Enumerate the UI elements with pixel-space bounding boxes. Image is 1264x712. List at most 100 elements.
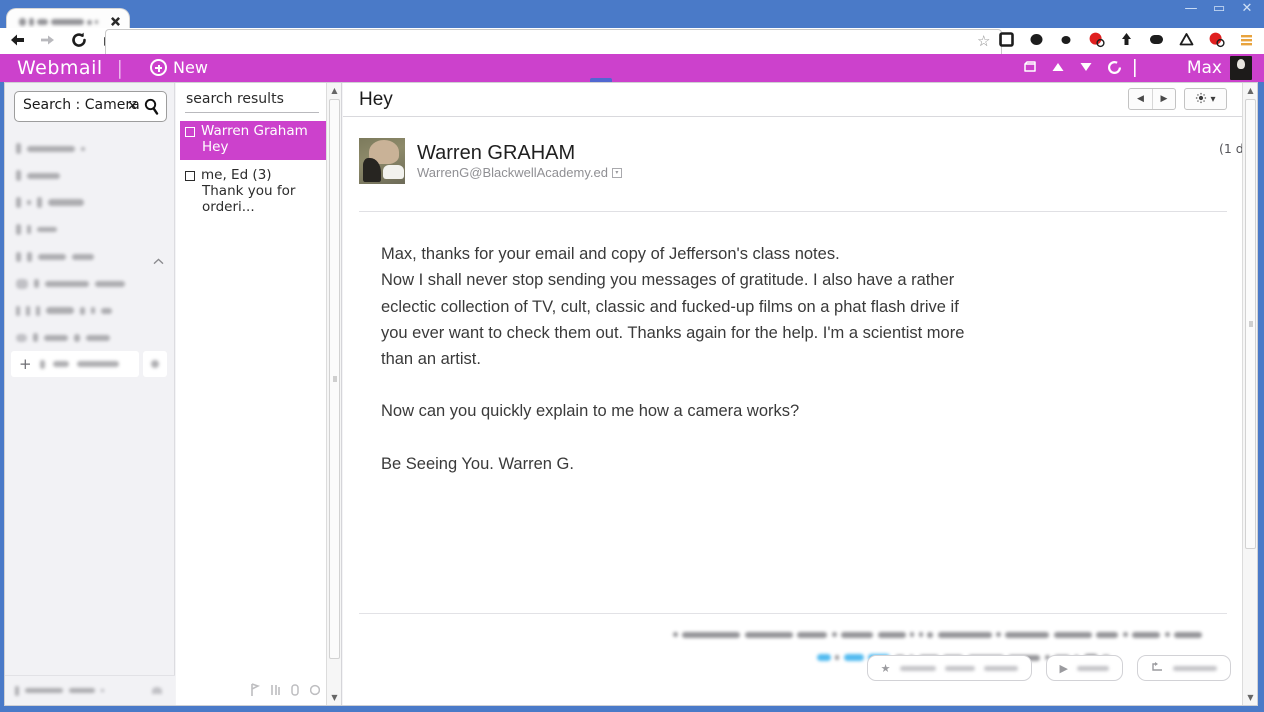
flag-icon[interactable]: [250, 683, 261, 697]
message-body-line: Now I shall never stop sending you messa…: [381, 271, 955, 290]
chevron-down-icon[interactable]: ▾: [611, 167, 622, 178]
share-button[interactable]: [1137, 655, 1231, 681]
list-item-subject: Thank you for orderi...: [202, 183, 296, 215]
refresh-icon[interactable]: [1106, 59, 1122, 75]
sidebar: Search : Camera ✕ +: [5, 83, 175, 705]
arrow-up-icon[interactable]: [1050, 59, 1066, 75]
user-name-label: Max: [1186, 58, 1222, 78]
list-item-checkbox[interactable]: [185, 127, 195, 137]
new-message-button[interactable]: New: [150, 58, 208, 77]
webmail-brand-label: Webmail: [17, 57, 103, 79]
results-scrollbar[interactable]: ▲ ▼: [326, 83, 341, 705]
search-icon[interactable]: [144, 98, 159, 115]
results-scroll-up-button[interactable]: ▲: [327, 83, 342, 98]
list-item-sender: Warren Graham: [201, 123, 308, 139]
menu-extension-icon[interactable]: [1237, 30, 1256, 49]
prev-next-group: ◀ ▶: [1128, 88, 1176, 110]
results-divider: [185, 112, 319, 113]
filter-icon[interactable]: [309, 683, 321, 697]
sender-name: Warren GRAHAM: [417, 141, 576, 164]
message-scrollbar[interactable]: ▲ ▼: [1242, 83, 1257, 705]
play-icon: ▶: [1059, 661, 1068, 675]
avatar[interactable]: [1230, 56, 1252, 80]
message-body-line: Now can you quickly explain to me how a …: [381, 402, 800, 421]
dark-blob-extension-icon[interactable]: [1027, 30, 1046, 49]
list-item[interactable]: Warren Graham Hey: [180, 121, 332, 160]
message-body-line: you ever want to check them out. Thanks …: [381, 323, 965, 342]
gear-icon: [1195, 92, 1207, 107]
sidebar-item-folder-3[interactable]: [5, 189, 175, 216]
message-scroll-up-button[interactable]: ▲: [1243, 83, 1257, 98]
message-body: Max, thanks for your email and copy of J…: [381, 241, 1197, 477]
message-scroll-down-button[interactable]: ▼: [1243, 690, 1257, 705]
browser-navbar: ☆: [0, 28, 1264, 55]
webmail-app: Search : Camera ✕ + search results Warre…: [4, 82, 1258, 706]
tab-title-redacted: [19, 18, 98, 26]
webmail-toolbar: [1022, 59, 1136, 77]
browser-extension-icons: [997, 30, 1256, 49]
pin-extension-icon[interactable]: [1117, 30, 1136, 49]
page-title: Hey: [359, 89, 393, 110]
message-header: Hey ◀ ▶ ▾: [343, 83, 1257, 117]
sidebar-item-folder-4[interactable]: [5, 216, 175, 243]
reply-button[interactable]: ★: [866, 655, 1032, 681]
toolbar-divider: [1134, 59, 1136, 77]
next-message-button[interactable]: ▶: [1152, 89, 1175, 109]
webmail-brand: Webmail |: [17, 57, 124, 79]
forward-arrow-icon[interactable]: [39, 31, 57, 49]
back-arrow-icon[interactable]: [8, 31, 26, 49]
star-icon: ★: [880, 661, 891, 675]
sidebar-add-item[interactable]: +: [11, 351, 139, 377]
sidebar-item-folder-8[interactable]: [5, 324, 175, 351]
forward-button[interactable]: ▶: [1045, 655, 1123, 681]
sidebar-add-secondary-button[interactable]: [143, 351, 167, 377]
bookmark-star-icon[interactable]: ☆: [977, 34, 993, 50]
archive-icon[interactable]: [1022, 59, 1038, 75]
sender-email-row: WarrenG@BlackwellAcademy.ed ▾: [417, 165, 622, 181]
list-item[interactable]: me, Ed (3) Thank you for orderi...: [185, 165, 331, 220]
red-circle-extension-icon[interactable]: [1207, 30, 1226, 49]
tag-icon[interactable]: [290, 683, 300, 697]
message-body-line: than an artist.: [381, 350, 481, 369]
user-account[interactable]: Max: [1187, 56, 1252, 80]
message-body-line: Max, thanks for your email and copy of J…: [381, 245, 840, 263]
black-blob-extension-icon[interactable]: [1147, 30, 1166, 49]
sidebar-item-folder-2[interactable]: [5, 162, 175, 189]
sort-icon[interactable]: [270, 683, 280, 697]
new-button-label: New: [173, 58, 208, 77]
sender-block: Warren GRAHAM WarrenG@BlackwellAcademy.e…: [359, 138, 622, 184]
search-input[interactable]: Search : Camera ✕: [14, 91, 167, 122]
sidebar-item-folder-5[interactable]: [5, 243, 175, 270]
sidebar-item-folder-7[interactable]: [5, 297, 175, 324]
sidebar-item-folder-6[interactable]: [5, 270, 175, 297]
settings-button[interactable]: ▾: [1184, 88, 1227, 110]
sidebar-nav-list: [5, 135, 175, 351]
results-scroll-thumb[interactable]: [329, 99, 340, 659]
small-blob-extension-icon[interactable]: [1057, 30, 1076, 49]
message-scroll-thumb[interactable]: [1245, 99, 1256, 549]
reload-icon[interactable]: [70, 31, 88, 49]
list-item-sender: me, Ed (3): [201, 167, 272, 183]
previous-message-button[interactable]: ◀: [1129, 89, 1152, 109]
clear-search-icon[interactable]: ✕: [127, 99, 138, 114]
square-extension-icon[interactable]: [997, 30, 1016, 49]
message-footer-divider: [359, 613, 1227, 614]
tab-close-icon[interactable]: [111, 17, 120, 26]
search-input-value: Search : Camera: [23, 97, 140, 113]
arrow-down-icon[interactable]: [1078, 59, 1094, 75]
red-dot-extension-icon[interactable]: [1087, 30, 1106, 49]
message-action-buttons: ★ ▶: [866, 655, 1231, 681]
list-item-checkbox[interactable]: [185, 171, 195, 181]
address-bar[interactable]: ☆: [105, 29, 1002, 54]
results-footer-toolbar: [176, 677, 342, 703]
message-panel: Hey ◀ ▶ ▾ Warren GRAHAM WarrenG@Blackwel…: [343, 83, 1257, 705]
triangle-extension-icon[interactable]: [1177, 30, 1196, 49]
sender-avatar[interactable]: [359, 138, 405, 184]
reply-arrow-icon: [1151, 661, 1164, 675]
results-scroll-down-button[interactable]: ▼: [327, 690, 342, 705]
plus-circle-icon: [150, 59, 167, 76]
chevron-up-icon[interactable]: [153, 252, 164, 265]
sidebar-item-folder-1[interactable]: [5, 135, 175, 162]
